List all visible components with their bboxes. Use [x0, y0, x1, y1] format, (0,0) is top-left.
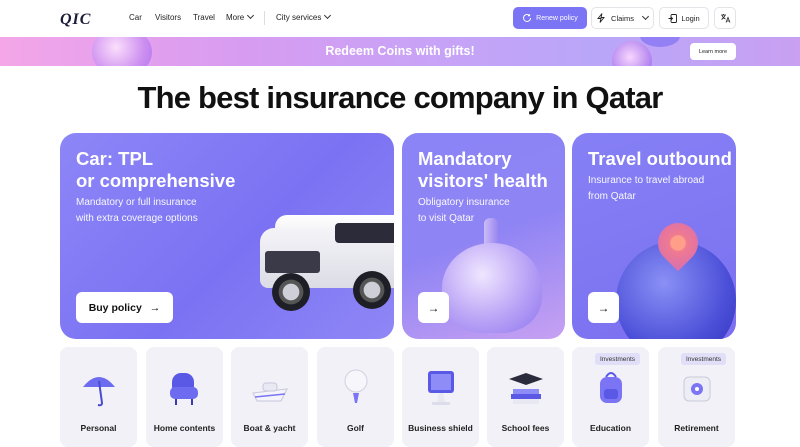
nav-more[interactable]: More [226, 11, 255, 22]
tile-retirement[interactable]: Investments Retirement [658, 347, 735, 447]
card-title: Car: TPL or comprehensive [76, 148, 376, 192]
graduation-cap-icon [508, 373, 543, 404]
card-title-line: Travel outbound [588, 148, 732, 169]
tile-label: Business shield [408, 423, 473, 433]
nav-visitors[interactable]: Visitors [155, 13, 181, 22]
login-button[interactable]: Login [659, 7, 709, 29]
car-window [335, 223, 394, 243]
card-subtitle-line: with extra coverage options [76, 213, 198, 224]
translate-icon [720, 14, 730, 23]
visitors-arrow-button[interactable]: → [418, 292, 449, 323]
travel-outbound-card[interactable]: Travel outbound Insurance to travel abro… [572, 133, 736, 339]
card-subtitle: Obligatory insurance to visit Qatar [418, 195, 538, 227]
umbrella-icon [82, 377, 115, 407]
login-icon [668, 13, 678, 23]
card-title-line: Mandatory [418, 148, 512, 169]
top-header: QIC Car Visitors Travel More City servic… [0, 0, 800, 37]
city-services-label: City services [276, 13, 322, 22]
refresh-icon [523, 13, 532, 22]
lightning-icon [597, 13, 605, 23]
chevron-down-icon [641, 12, 649, 20]
tile-education[interactable]: Investments Education [572, 347, 649, 447]
language-button[interactable] [714, 7, 736, 29]
tile-label: School fees [501, 423, 550, 433]
banner-text: Redeem Coins with gifts! [325, 44, 475, 58]
renew-policy-label: Renew policy [536, 14, 578, 22]
armchair-icon [169, 373, 198, 405]
golf-icon [344, 369, 367, 403]
card-title: Mandatory visitors' health [418, 148, 548, 192]
arrow-right-icon: → [149, 301, 161, 314]
tile-label: Home contents [153, 423, 216, 433]
card-title-line: visitors' health [418, 170, 548, 191]
card-subtitle-line: Insurance to travel abroad [588, 175, 705, 186]
nav-more-label: More [226, 13, 245, 22]
tile-label: Education [589, 423, 632, 433]
renew-policy-button[interactable]: Renew policy [513, 7, 587, 29]
card-subtitle: Mandatory or full insurance with extra c… [76, 195, 226, 227]
card-title: Travel outbound [588, 148, 732, 170]
tile-label: Retirement [674, 423, 719, 433]
investments-badge: Investments [595, 353, 641, 365]
tile-personal[interactable]: Personal [60, 347, 137, 447]
safe-icon [683, 376, 710, 402]
pos-terminal-icon [427, 371, 454, 405]
car-insurance-card[interactable]: Car: TPL or comprehensive Mandatory or f… [60, 133, 394, 339]
page-title: The best insurance company in Qatar [137, 80, 664, 115]
tile-golf[interactable]: Golf [317, 347, 394, 447]
investments-badge: Investments [681, 353, 727, 365]
chevron-down-icon [247, 11, 255, 20]
tile-label: Boat & yacht [243, 423, 296, 433]
card-title-line: or comprehensive [76, 170, 236, 191]
tile-business-shield[interactable]: Business shield [402, 347, 479, 447]
chevron-down-icon [324, 11, 332, 20]
learn-more-button[interactable]: Learn more [690, 43, 736, 60]
nav-car[interactable]: Car [129, 13, 142, 22]
card-title-line: Car: TPL [76, 148, 154, 169]
tile-school-fees[interactable]: School fees [487, 347, 564, 447]
visitors-health-card[interactable]: Mandatory visitors' health Obligatory in… [402, 133, 565, 339]
nav-city-services[interactable]: City services [276, 11, 332, 22]
backpack-icon [599, 372, 622, 403]
card-subtitle-line: Mandatory or full insurance [76, 197, 197, 208]
tile-label: Personal [80, 423, 117, 433]
nav-travel[interactable]: Travel [193, 13, 215, 22]
dallah-pot-illustration [442, 243, 542, 333]
qic-logo[interactable]: QIC [60, 11, 91, 29]
car-wheel [353, 271, 391, 309]
claims-label: Claims [611, 13, 634, 23]
promo-banner[interactable]: Redeem Coins with gifts! Learn more [0, 37, 800, 66]
travel-arrow-button[interactable]: → [588, 292, 619, 323]
login-label: Login [681, 13, 700, 23]
buy-policy-button[interactable]: Buy policy → [76, 292, 173, 323]
card-subtitle: Insurance to travel abroad from Qatar [588, 173, 718, 205]
card-subtitle-line: Obligatory insurance [418, 197, 510, 208]
boat-icon [251, 382, 288, 402]
buy-policy-label: Buy policy [88, 301, 142, 314]
car-wheel [272, 273, 310, 311]
car-grille [265, 251, 320, 273]
tile-home-contents[interactable]: Home contents [146, 347, 223, 447]
claims-button[interactable]: Claims [591, 7, 654, 29]
arrow-right-icon: → [427, 300, 440, 315]
tile-boat-yacht[interactable]: Boat & yacht [231, 347, 308, 447]
arrow-right-icon: → [597, 300, 610, 315]
card-subtitle-line: to visit Qatar [418, 213, 475, 224]
card-subtitle-line: from Qatar [588, 191, 636, 202]
tile-label: Golf [347, 423, 364, 433]
nav-divider [264, 11, 265, 25]
